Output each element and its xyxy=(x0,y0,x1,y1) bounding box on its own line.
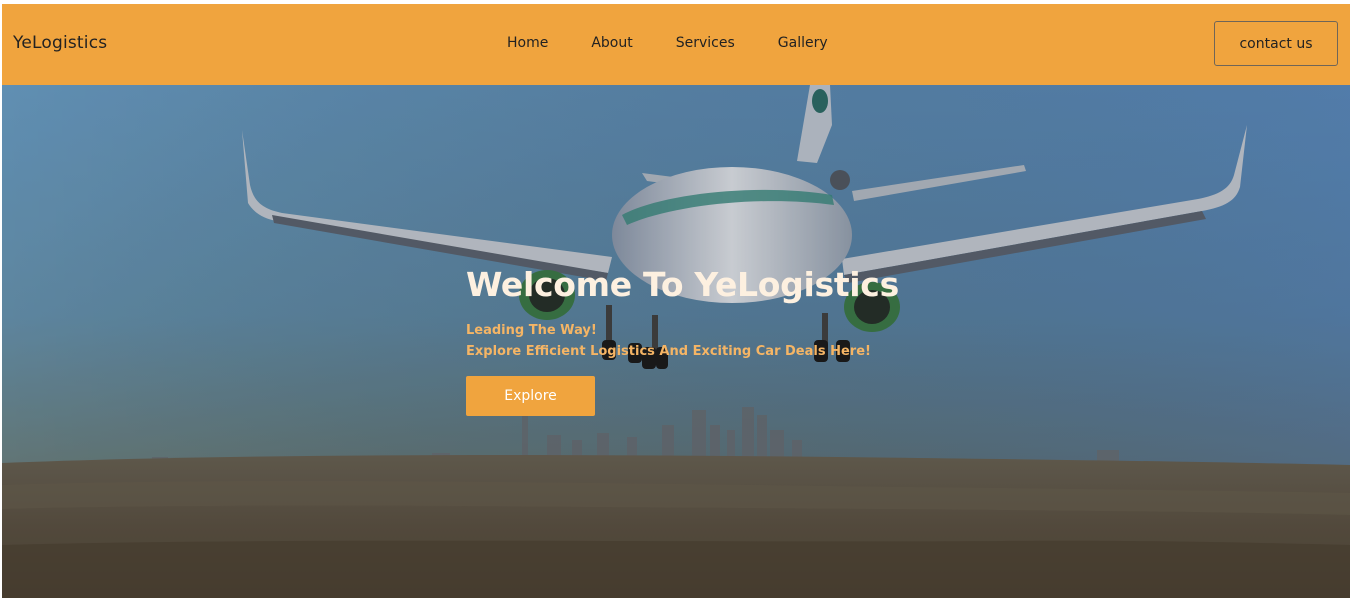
explore-button[interactable]: Explore xyxy=(466,376,595,416)
nav-services[interactable]: Services xyxy=(676,35,735,51)
hero-content: Welcome To YeLogistics Leading The Way! … xyxy=(466,265,899,416)
nav-home[interactable]: Home xyxy=(507,35,548,51)
brand-logo[interactable]: YeLogistics xyxy=(13,33,107,53)
hero-section: Welcome To YeLogistics Leading The Way! … xyxy=(2,85,1350,598)
page-frame: YeLogistics Home About Services Gallery … xyxy=(2,4,1350,598)
navbar: YeLogistics Home About Services Gallery … xyxy=(2,4,1350,85)
hero-title: Welcome To YeLogistics xyxy=(466,265,899,304)
hero-subtitle: Explore Efficient Logistics And Exciting… xyxy=(466,344,871,359)
nav-gallery[interactable]: Gallery xyxy=(778,35,828,51)
hero-tagline: Leading The Way! xyxy=(466,323,597,338)
nav-links: Home About Services Gallery xyxy=(507,35,871,51)
hero-subtitle-block: Leading The Way! Explore Efficient Logis… xyxy=(466,320,899,362)
contact-us-button[interactable]: contact us xyxy=(1214,21,1338,66)
nav-about[interactable]: About xyxy=(591,35,632,51)
